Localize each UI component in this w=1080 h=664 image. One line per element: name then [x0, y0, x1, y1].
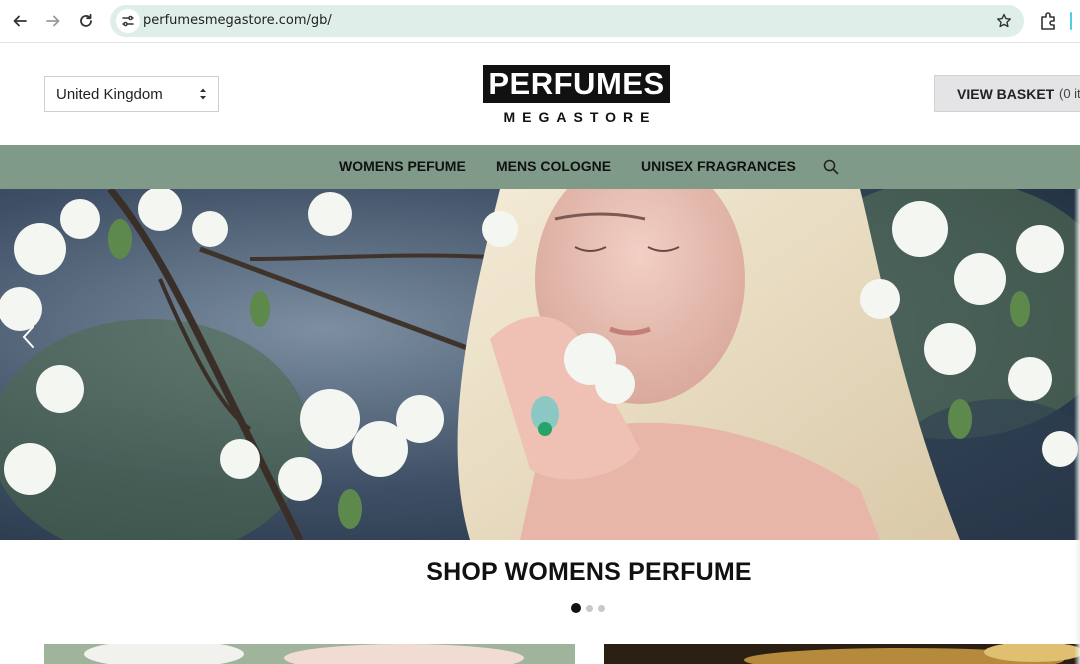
- bookmark-star-icon[interactable]: [996, 13, 1012, 29]
- forward-arrow-icon[interactable]: [41, 9, 65, 33]
- country-select-value: United Kingdom: [56, 86, 163, 103]
- back-arrow-icon[interactable]: [8, 9, 32, 33]
- country-select[interactable]: United Kingdom: [44, 76, 219, 112]
- logo-subtitle: MEGASTORE: [503, 109, 657, 125]
- hero-caption-text[interactable]: SHOP WOMENS PERFUME: [328, 558, 752, 586]
- slider-dot-2[interactable]: [586, 604, 593, 612]
- hero-image: [0, 189, 1080, 540]
- hero-slider[interactable]: [0, 189, 1080, 540]
- nav-item-unisex-fragrances[interactable]: UNISEX FRAGRANCES: [641, 158, 796, 174]
- site-header: United Kingdom PERFUMES MEGASTORE VIEW B…: [0, 43, 1080, 145]
- slider-prev-icon[interactable]: [20, 325, 38, 349]
- search-icon[interactable]: [823, 159, 839, 175]
- slider-dot-3[interactable]: [598, 604, 605, 612]
- site-settings-icon[interactable]: [116, 9, 140, 33]
- extensions-puzzle-icon[interactable]: [1038, 10, 1060, 32]
- hero-caption: SHOP WOMENS PERFUME: [0, 558, 1080, 587]
- category-card-image: [604, 644, 1080, 664]
- nav-item-mens-cologne[interactable]: MENS COLOGNE: [496, 158, 611, 174]
- slider-dots: [571, 603, 605, 613]
- url-text[interactable]: perfumesmegastore.com/gb/: [143, 13, 332, 28]
- category-card-womens[interactable]: [44, 644, 575, 664]
- logo-wordmark: PERFUMES: [483, 65, 670, 103]
- main-navigation: WOMENS PEFUME MENS COLOGNE UNISEX FRAGRA…: [0, 145, 1080, 189]
- view-basket-button[interactable]: VIEW BASKET (0 it: [934, 75, 1080, 112]
- nav-item-womens-perfume[interactable]: WOMENS PEFUME: [339, 158, 466, 174]
- profile-indicator: [1070, 12, 1072, 30]
- category-card-image: [44, 644, 575, 664]
- select-arrows-icon: [200, 88, 206, 100]
- category-card-mens[interactable]: [604, 644, 1080, 664]
- basket-count: (0 it: [1059, 86, 1080, 101]
- basket-label: VIEW BASKET: [957, 86, 1055, 102]
- reload-icon[interactable]: [74, 9, 98, 33]
- browser-toolbar: perfumesmegastore.com/gb/: [0, 0, 1080, 43]
- site-logo[interactable]: PERFUMES MEGASTORE: [483, 65, 670, 125]
- slider-dot-1[interactable]: [571, 603, 581, 613]
- scroll-edge-shadow: [1074, 189, 1080, 664]
- address-bar[interactable]: perfumesmegastore.com/gb/: [110, 5, 1024, 37]
